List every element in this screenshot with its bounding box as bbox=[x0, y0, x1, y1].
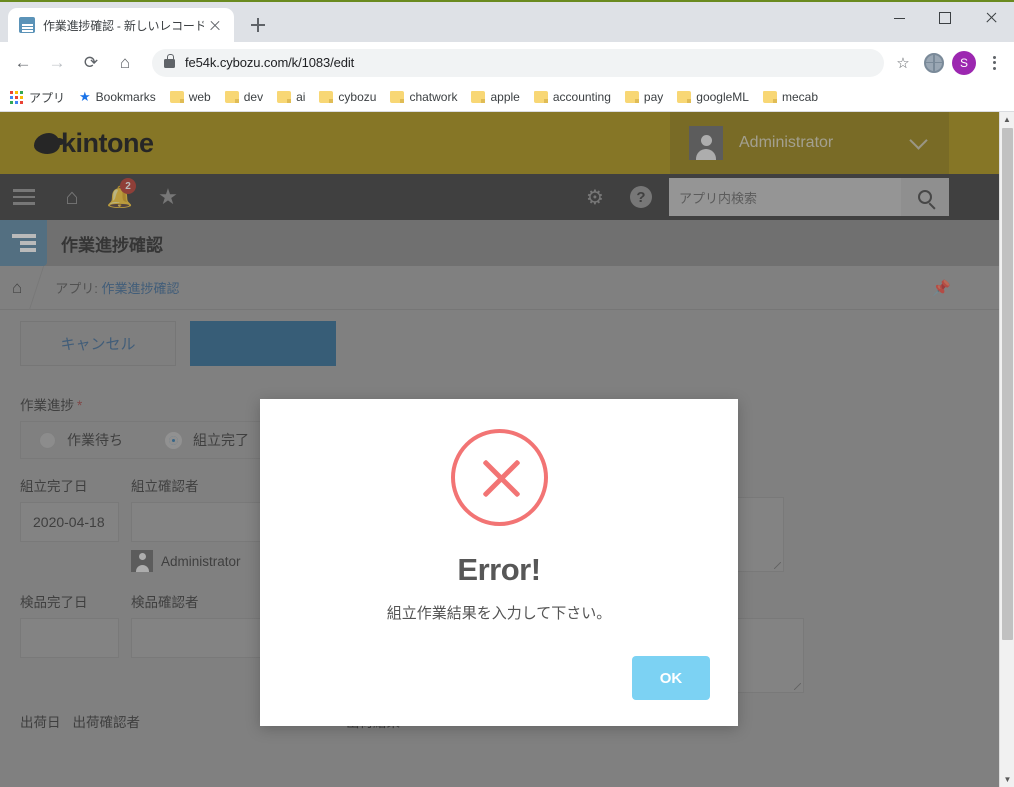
bookmark-label: Bookmarks bbox=[95, 90, 156, 104]
bookmark-item-dev[interactable]: dev bbox=[224, 90, 264, 104]
bookmark-item-cybozu[interactable]: cybozu bbox=[319, 90, 376, 104]
browser-tab[interactable]: 作業進捗確認 - 新しいレコード bbox=[8, 8, 234, 42]
folder-icon bbox=[762, 91, 777, 103]
folder-icon bbox=[471, 91, 486, 103]
folder-icon bbox=[319, 91, 334, 103]
folder-icon bbox=[677, 91, 692, 103]
window-controls bbox=[876, 2, 1014, 34]
lock-icon bbox=[164, 54, 175, 68]
browser-window: 作業進捗確認 - 新しいレコード ← → ⟳ ⌂ fe54k.cybozu.co… bbox=[0, 0, 1014, 787]
bookmark-label: ai bbox=[296, 90, 306, 104]
bookmark-item-apple[interactable]: apple bbox=[471, 90, 520, 104]
folder-icon bbox=[224, 91, 239, 103]
bookmark-label: chatwork bbox=[409, 90, 458, 104]
bookmark-label: mecab bbox=[781, 90, 819, 104]
bookmark-item-mecab[interactable]: mecab bbox=[762, 90, 819, 104]
maximize-icon[interactable] bbox=[922, 2, 968, 34]
navigation-bar: ← → ⟳ ⌂ fe54k.cybozu.com/k/1083/edit ☆ S bbox=[0, 42, 1014, 83]
folder-icon bbox=[533, 91, 548, 103]
folder-icon bbox=[277, 91, 292, 103]
bookmark-item-pay[interactable]: pay bbox=[624, 90, 664, 104]
window-close-icon[interactable] bbox=[968, 2, 1014, 34]
close-icon[interactable] bbox=[204, 14, 226, 36]
profile-avatar[interactable]: S bbox=[952, 50, 976, 75]
folder-icon bbox=[624, 91, 639, 103]
page-viewport: kintone Administrator ⌂ 🔔 2 ★ ⚙ ? アプリ内検索… bbox=[0, 112, 1014, 787]
bookmark-item-chatwork[interactable]: chatwork bbox=[390, 90, 457, 104]
bookmark-item-accounting[interactable]: accounting bbox=[533, 90, 611, 104]
scroll-down-arrow-icon[interactable]: ▼ bbox=[1000, 772, 1014, 787]
bookmark-star-icon[interactable]: ☆ bbox=[890, 50, 916, 76]
app-list-icon bbox=[19, 17, 35, 33]
bookmarks-bar: アプリ ★ Bookmarks web dev ai cybozu chatwo… bbox=[0, 83, 1014, 112]
extension-icon[interactable] bbox=[924, 52, 944, 73]
bookmark-item-googleml[interactable]: googleML bbox=[677, 90, 749, 104]
reload-icon[interactable]: ⟳ bbox=[76, 48, 106, 78]
forward-icon[interactable]: → bbox=[42, 48, 72, 78]
bookmark-item-web[interactable]: web bbox=[169, 90, 211, 104]
browser-menu-icon[interactable] bbox=[982, 51, 1006, 75]
star-icon: ★ bbox=[79, 89, 91, 104]
bookmark-label: cybozu bbox=[338, 90, 377, 104]
tab-title: 作業進捗確認 - 新しいレコード bbox=[43, 18, 204, 33]
bookmark-item-ai[interactable]: ai bbox=[277, 90, 305, 104]
bookmark-item-bookmarks[interactable]: ★ Bookmarks bbox=[79, 89, 156, 105]
dialog-message: 組立作業結果を入力して下さい。 bbox=[386, 605, 612, 622]
error-dialog: Error! 組立作業結果を入力して下さい。 OK bbox=[260, 399, 738, 726]
apps-grid-icon bbox=[10, 90, 23, 104]
bookmark-label: pay bbox=[643, 90, 664, 104]
ok-button[interactable]: OK bbox=[632, 656, 710, 700]
bookmark-label: apple bbox=[490, 90, 520, 104]
dialog-title: Error! bbox=[457, 552, 541, 587]
tab-strip: 作業進捗確認 - 新しいレコード bbox=[0, 2, 1014, 42]
bookmark-label: googleML bbox=[696, 90, 749, 104]
folder-icon bbox=[169, 91, 184, 103]
bookmark-label: web bbox=[188, 90, 211, 104]
scrollbar-thumb[interactable] bbox=[1002, 128, 1013, 640]
home-icon[interactable]: ⌂ bbox=[110, 48, 140, 78]
bookmark-label: accounting bbox=[552, 90, 611, 104]
url-text: fe54k.cybozu.com/k/1083/edit bbox=[185, 55, 355, 70]
folder-icon bbox=[390, 91, 405, 103]
back-icon[interactable]: ← bbox=[8, 48, 38, 78]
address-bar[interactable]: fe54k.cybozu.com/k/1083/edit bbox=[152, 48, 884, 77]
bookmark-label: アプリ bbox=[29, 90, 66, 105]
minimize-icon[interactable] bbox=[876, 2, 922, 34]
scroll-up-arrow-icon[interactable]: ▲ bbox=[1000, 112, 1014, 127]
bookmark-label: dev bbox=[243, 90, 264, 104]
bookmark-item-apps[interactable]: アプリ bbox=[10, 89, 65, 106]
error-x-circle-icon bbox=[450, 429, 548, 526]
new-tab-button[interactable] bbox=[244, 11, 272, 39]
page-scrollbar[interactable]: ▲ ▼ bbox=[999, 112, 1014, 787]
